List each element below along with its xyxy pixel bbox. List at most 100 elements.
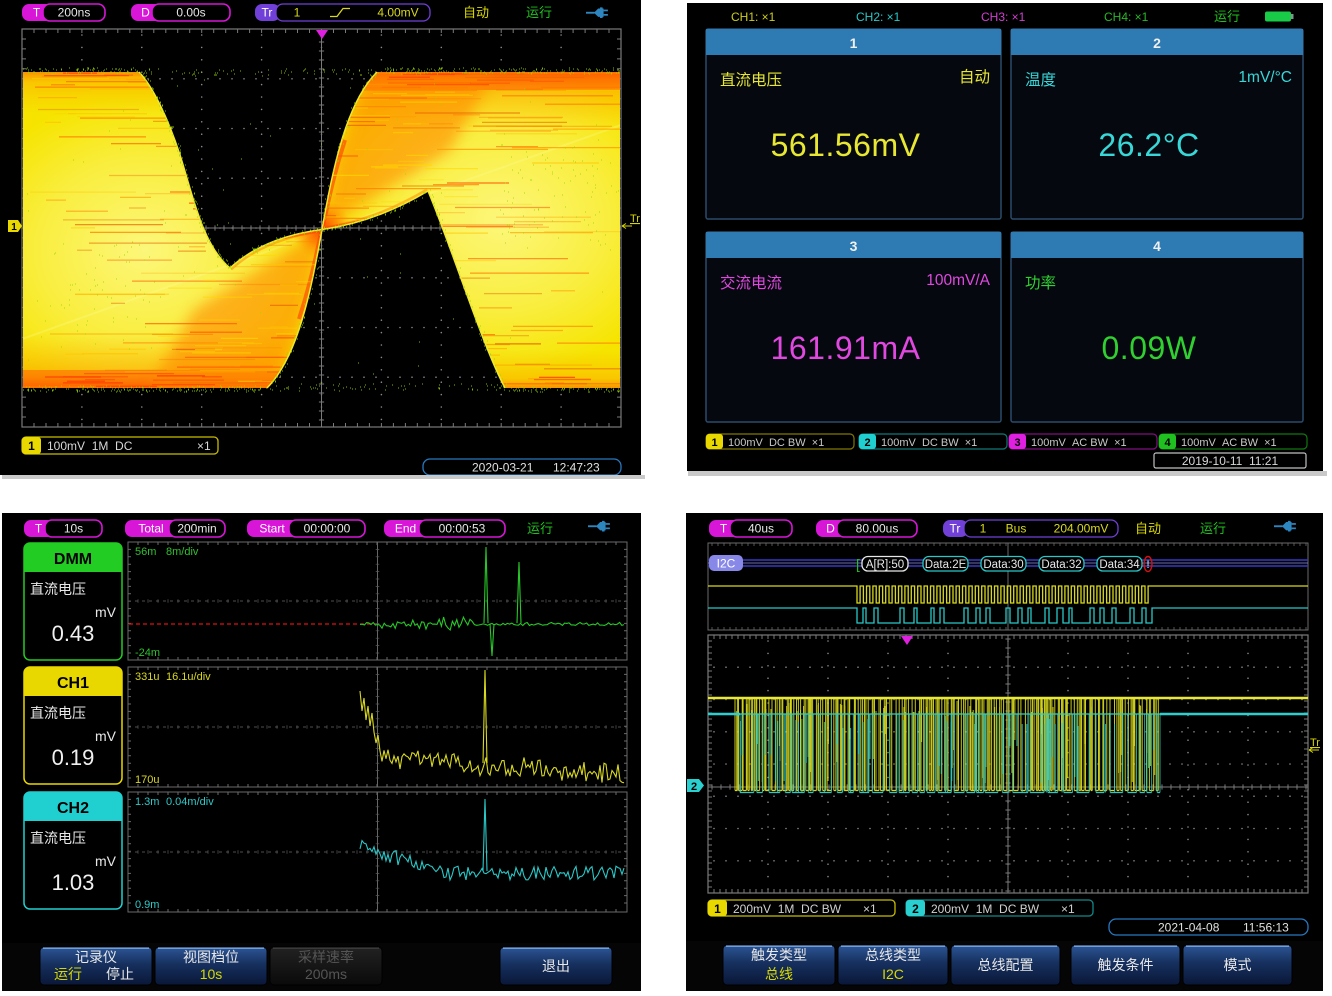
svg-text:11:56:13: 11:56:13 xyxy=(1243,921,1289,935)
svg-text:Total: Total xyxy=(138,522,163,536)
svg-text:D: D xyxy=(141,6,150,20)
svg-text:Tr: Tr xyxy=(262,6,273,20)
svg-text:CH1: CH1 xyxy=(57,675,89,692)
svg-text:CH2: ×1: CH2: ×1 xyxy=(856,10,901,24)
svg-text:2: 2 xyxy=(1153,35,1161,51)
svg-text:Data:34: Data:34 xyxy=(1099,559,1140,571)
svg-text:Data:30: Data:30 xyxy=(983,559,1023,571)
svg-text:100mV DC BW ×1: 100mV DC BW ×1 xyxy=(881,437,977,449)
svg-text:2019-10-11 11:21: 2019-10-11 11:21 xyxy=(1182,454,1279,468)
svg-text:1: 1 xyxy=(714,902,721,916)
svg-text:CH2: CH2 xyxy=(57,800,89,817)
svg-text:100mV 1M DC: 100mV 1M DC xyxy=(47,439,133,453)
svg-text:Data:2E: Data:2E xyxy=(925,559,967,571)
svg-text:总线配置: 总线配置 xyxy=(978,957,1034,973)
svg-text:I2C: I2C xyxy=(717,557,736,571)
svg-text:自动: 自动 xyxy=(463,5,489,20)
svg-text:170u: 170u xyxy=(135,774,159,786)
svg-text:100mV/A: 100mV/A xyxy=(926,272,990,289)
svg-text:T: T xyxy=(33,6,41,20)
svg-text:功率: 功率 xyxy=(1025,274,1056,292)
svg-text:00:00:00: 00:00:00 xyxy=(304,522,351,536)
svg-text:40us: 40us xyxy=(748,522,774,536)
svg-text:×1: ×1 xyxy=(1061,902,1075,916)
svg-text:8m/div: 8m/div xyxy=(166,546,199,558)
svg-text:运行: 运行 xyxy=(54,966,82,982)
svg-text:161.91mA: 161.91mA xyxy=(771,330,921,366)
svg-text:2: 2 xyxy=(691,781,697,793)
svg-text:561.56mV: 561.56mV xyxy=(771,127,921,163)
svg-text:直流电压: 直流电压 xyxy=(30,830,86,846)
svg-text:1: 1 xyxy=(11,222,17,233)
svg-text:视图档位: 视图档位 xyxy=(183,949,239,965)
svg-text:运行: 运行 xyxy=(1200,521,1226,536)
svg-text:mV: mV xyxy=(95,853,117,869)
svg-text:10s: 10s xyxy=(200,966,223,982)
svg-text:16.1u/div: 16.1u/div xyxy=(166,671,211,683)
svg-text:331u: 331u xyxy=(135,671,159,683)
svg-text:模式: 模式 xyxy=(1224,957,1252,973)
svg-text:运行: 运行 xyxy=(526,5,552,20)
svg-text:2: 2 xyxy=(912,902,919,916)
svg-text:DMM: DMM xyxy=(54,551,92,568)
svg-text:1.3m: 1.3m xyxy=(135,796,159,808)
svg-text:2: 2 xyxy=(864,437,870,449)
svg-text:记录仪: 记录仪 xyxy=(75,949,117,965)
svg-text:1: 1 xyxy=(980,522,987,536)
svg-text:1: 1 xyxy=(711,437,717,449)
svg-text:A[R]:50: A[R]:50 xyxy=(866,559,904,571)
svg-text:×1: ×1 xyxy=(197,439,211,453)
svg-text:交流电流: 交流电流 xyxy=(720,274,782,292)
svg-text:温度: 温度 xyxy=(1025,71,1056,89)
svg-text:1: 1 xyxy=(294,6,301,20)
svg-text:56m: 56m xyxy=(135,546,156,558)
svg-text:直流电压: 直流电压 xyxy=(30,581,86,597)
svg-text:200mV 1M DC BW: 200mV 1M DC BW xyxy=(931,902,1040,916)
svg-text:2020-03-21: 2020-03-21 xyxy=(472,461,534,475)
svg-text:0.04m/div: 0.04m/div xyxy=(166,796,214,808)
svg-text:1: 1 xyxy=(28,439,35,453)
svg-text:Start: Start xyxy=(259,522,285,536)
svg-text:200ms: 200ms xyxy=(305,966,347,982)
svg-text:4: 4 xyxy=(1153,238,1161,254)
svg-text:4.00mV: 4.00mV xyxy=(377,6,418,20)
svg-text:Tr: Tr xyxy=(630,213,640,225)
svg-text:Data:32: Data:32 xyxy=(1041,559,1081,571)
svg-text:26.2°C: 26.2°C xyxy=(1098,127,1199,163)
svg-text:mV: mV xyxy=(95,728,117,744)
svg-text:停止: 停止 xyxy=(106,966,134,982)
svg-text:0.43: 0.43 xyxy=(52,621,95,646)
svg-text:总线类型: 总线类型 xyxy=(865,947,921,963)
svg-text:I2C: I2C xyxy=(882,966,904,982)
svg-text:3: 3 xyxy=(850,238,858,254)
svg-text:运行: 运行 xyxy=(527,521,553,536)
svg-text:自动: 自动 xyxy=(959,68,990,86)
svg-text:10s: 10s xyxy=(64,522,83,536)
svg-text:100mV DC BW ×1: 100mV DC BW ×1 xyxy=(728,437,824,449)
svg-text:!: ! xyxy=(1146,559,1149,571)
svg-text:自动: 自动 xyxy=(1135,521,1161,536)
svg-text:CH1: ×1: CH1: ×1 xyxy=(731,10,776,24)
svg-text:200ns: 200ns xyxy=(58,6,91,20)
svg-text:0.9m: 0.9m xyxy=(135,899,159,911)
svg-text:总线: 总线 xyxy=(765,966,793,982)
svg-text:×1: ×1 xyxy=(863,902,877,916)
svg-text:触发类型: 触发类型 xyxy=(751,947,807,963)
svg-text:触发条件: 触发条件 xyxy=(1098,957,1154,973)
svg-text:mV: mV xyxy=(95,604,117,620)
svg-text:采样速率: 采样速率 xyxy=(298,949,354,965)
svg-text:直流电压: 直流电压 xyxy=(720,71,782,89)
svg-text:1.03: 1.03 xyxy=(52,870,95,895)
svg-text:Tr: Tr xyxy=(1310,737,1320,749)
svg-text:100mV AC BW ×1: 100mV AC BW ×1 xyxy=(1031,437,1127,449)
svg-text:12:47:23: 12:47:23 xyxy=(553,461,600,475)
svg-text:100mV AC BW ×1: 100mV AC BW ×1 xyxy=(1181,437,1277,449)
svg-text:0.19: 0.19 xyxy=(52,745,95,770)
svg-text:0.09W: 0.09W xyxy=(1102,330,1197,366)
svg-text:1: 1 xyxy=(850,35,858,51)
svg-text:2021-04-08: 2021-04-08 xyxy=(1158,921,1220,935)
svg-text:[: [ xyxy=(856,556,860,572)
svg-text:00:00:53: 00:00:53 xyxy=(439,522,486,536)
svg-text:End: End xyxy=(395,522,416,536)
svg-text:T: T xyxy=(35,522,43,536)
